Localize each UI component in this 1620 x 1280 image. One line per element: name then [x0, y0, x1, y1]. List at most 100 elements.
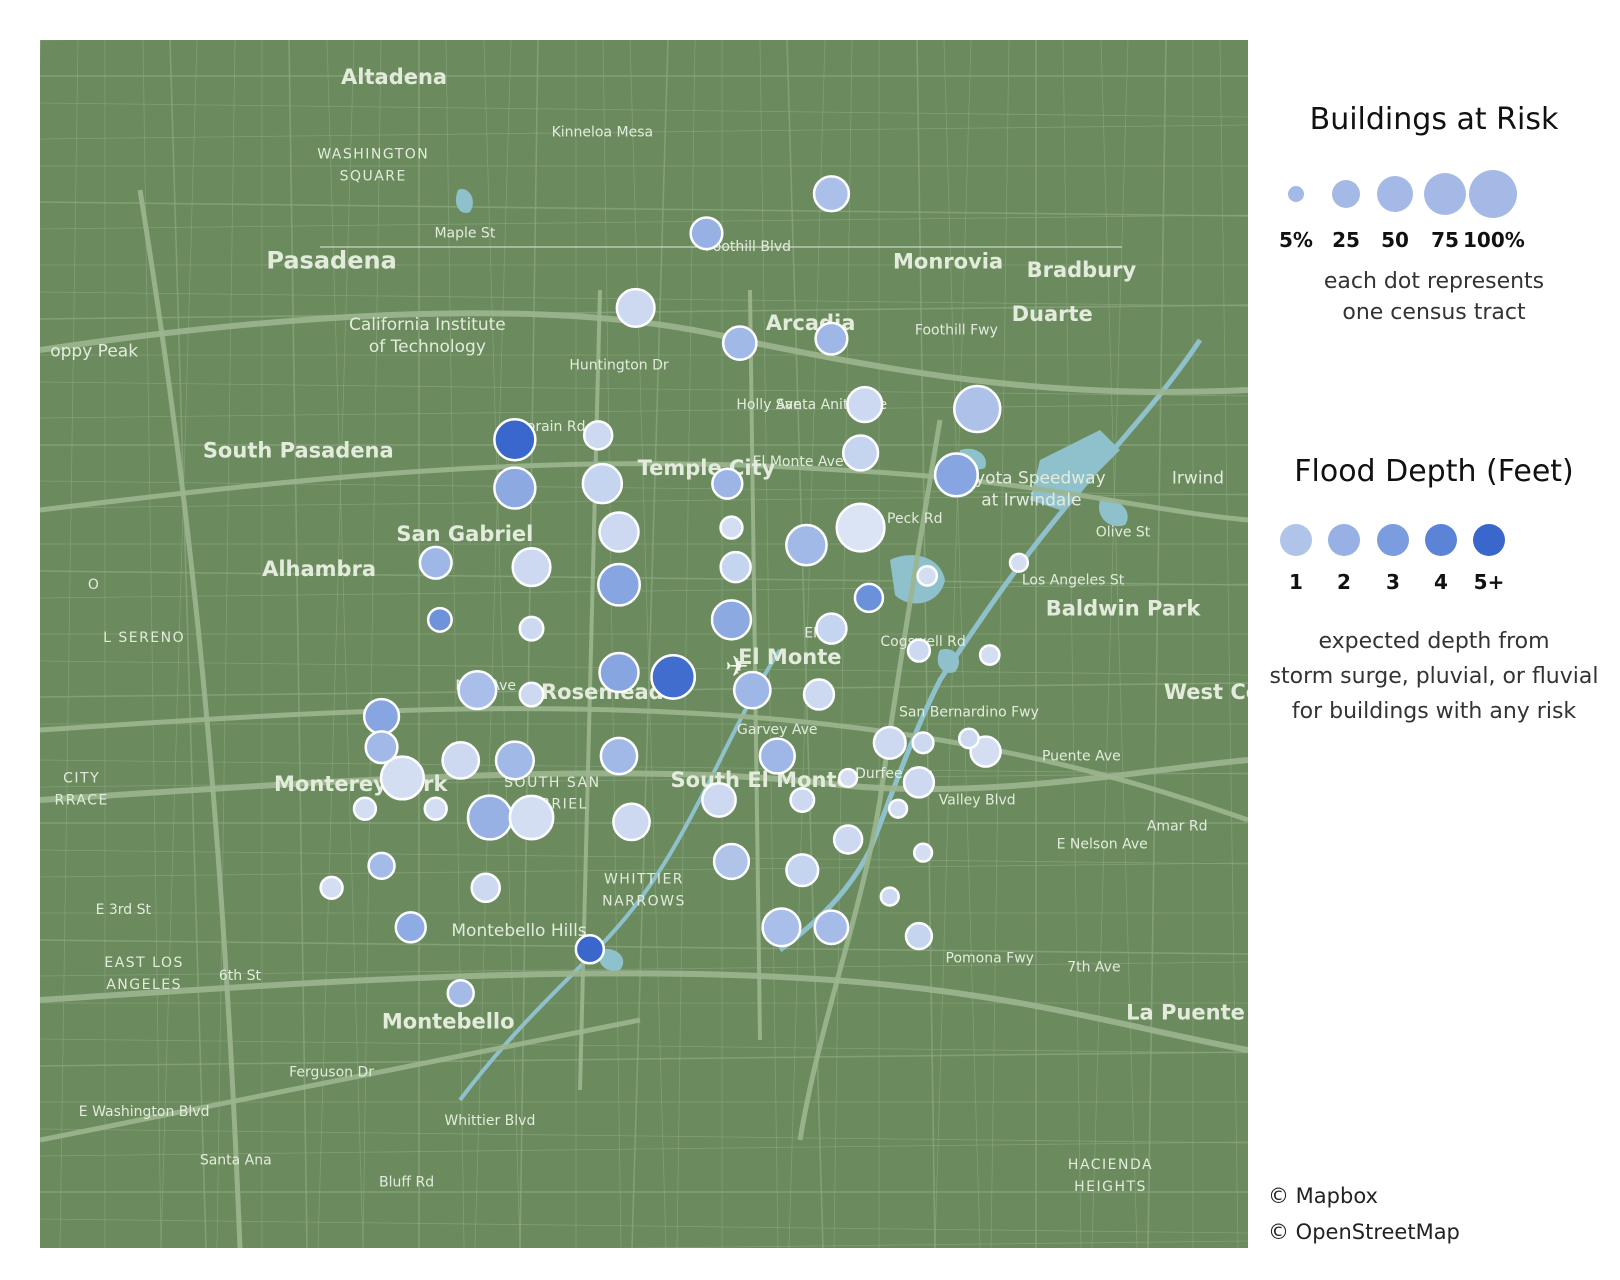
census-tract-dot[interactable] [785, 853, 820, 888]
census-tract-dot[interactable] [812, 175, 851, 213]
place-label: Montebello Hills [451, 921, 586, 941]
census-tract-dot[interactable] [423, 796, 448, 821]
place-label: 7th Ave [1067, 959, 1120, 975]
census-tract-dot[interactable] [978, 644, 1001, 666]
census-tract-dot[interactable] [599, 736, 639, 776]
census-tract-dot[interactable] [494, 740, 535, 781]
place-label: HEIGHTS [1074, 1179, 1147, 1195]
map-canvas[interactable]: Altadena Kinneloa Mesa WASHINGTON SQUARE Map… [40, 40, 1248, 1248]
census-tract-dot[interactable] [615, 287, 656, 329]
place-label: 6th St [219, 968, 262, 984]
place-label: Baldwin Park [1046, 596, 1202, 620]
mapbox-attribution[interactable]: © Mapbox [1268, 1178, 1460, 1214]
depth-legend-item: 5+ [1459, 524, 1519, 594]
place-label: Altadena [341, 65, 447, 89]
census-tract-dot[interactable] [582, 420, 614, 451]
census-tract-dot[interactable] [853, 582, 885, 614]
census-tract-dot[interactable] [902, 766, 936, 799]
place-label: Bluff Rd [379, 1175, 434, 1191]
place-label: Puente Ave [1042, 748, 1121, 764]
census-tract-dot[interactable] [719, 515, 744, 540]
census-tract-dot[interactable] [710, 599, 753, 641]
census-tract-dot[interactable] [362, 697, 401, 736]
census-tract-dot[interactable] [837, 767, 859, 789]
place-label: West Cov [1164, 680, 1248, 704]
place-label: WHITTIER [604, 871, 684, 887]
census-tract-dot[interactable] [912, 842, 934, 863]
census-tract-dot[interactable] [879, 886, 900, 907]
census-tract-dot[interactable] [872, 725, 907, 760]
census-tract-dot[interactable] [508, 794, 555, 841]
openstreetmap-attribution[interactable]: © OpenStreetMap [1268, 1214, 1460, 1250]
census-tract-dot[interactable] [367, 851, 396, 881]
census-tract-dot[interactable] [711, 467, 744, 500]
census-tract-dot[interactable] [470, 872, 501, 904]
census-tract-dot[interactable] [518, 681, 545, 708]
census-tract-dot[interactable] [953, 384, 1002, 434]
census-tract-dot[interactable] [394, 911, 427, 944]
place-label: Amar Rd [1147, 819, 1208, 835]
size-legend-label: 100% [1463, 228, 1525, 252]
place-label: at Irwindale [981, 491, 1081, 511]
place-label: Irwind [1172, 469, 1224, 489]
census-tract-dot[interactable] [887, 798, 909, 819]
census-tract-dot[interactable] [933, 452, 979, 498]
census-tract-dot[interactable] [493, 466, 537, 510]
place-label: Santa Ana [200, 1153, 272, 1169]
census-tract-dot[interactable] [574, 934, 606, 965]
census-tract-dot[interactable] [441, 741, 481, 780]
census-tract-dot[interactable] [457, 670, 498, 711]
census-tract-dot[interactable] [511, 547, 552, 588]
census-tract-dot[interactable] [761, 907, 802, 948]
place-label: South Pasadena [203, 438, 394, 462]
census-tract-dot[interactable] [719, 550, 752, 584]
place-label: Olive St [1096, 524, 1151, 540]
census-tract-dot[interactable] [352, 796, 378, 821]
census-tract-dot[interactable] [732, 670, 772, 710]
census-tract-dot[interactable] [911, 731, 935, 755]
census-tract-dot[interactable] [418, 545, 453, 580]
place-label: Maple St [434, 226, 495, 242]
census-tract-dot[interactable] [758, 737, 796, 775]
census-tract-dot[interactable] [916, 565, 939, 587]
census-tract-dot[interactable] [841, 434, 880, 472]
census-tract-dot[interactable] [835, 502, 886, 553]
census-tract-dot[interactable] [904, 921, 934, 951]
size-note-line-2: one census tract [1342, 300, 1526, 325]
census-tract-dot[interactable] [958, 727, 980, 750]
census-tract-dot[interactable] [832, 824, 864, 855]
census-tract-dot[interactable] [785, 523, 828, 567]
census-tract-dot[interactable] [319, 875, 344, 900]
census-tract-dot[interactable] [813, 909, 850, 946]
census-tract-dot[interactable] [650, 654, 697, 700]
census-tract-dot[interactable] [789, 786, 816, 813]
census-tract-dot[interactable] [814, 321, 849, 356]
map-area[interactable]: Altadena Kinneloa Mesa WASHINGTON SQUARE Map… [40, 40, 1248, 1248]
census-tract-dot[interactable] [426, 606, 453, 633]
census-tract-dot[interactable] [466, 794, 514, 841]
depth-legend-label: 5+ [1473, 570, 1505, 594]
census-tract-dot[interactable] [721, 325, 758, 361]
buildings-at-risk-title: Buildings at Risk [1309, 102, 1559, 137]
place-label: Bradbury [1027, 258, 1137, 282]
census-tract-dot[interactable] [815, 612, 848, 645]
census-tract-dot[interactable] [598, 511, 640, 553]
census-tract-dot[interactable] [364, 730, 399, 765]
census-tract-dot[interactable] [518, 615, 545, 642]
census-tract-dot[interactable] [597, 562, 641, 607]
depth-legend-dot [1280, 524, 1312, 556]
census-tract-dot[interactable] [612, 802, 651, 842]
census-tract-dot[interactable] [712, 842, 751, 881]
census-tract-dot[interactable] [846, 385, 884, 424]
census-tract-dot[interactable] [493, 417, 537, 462]
census-tract-dot[interactable] [802, 678, 836, 711]
census-tract-dot[interactable] [446, 979, 475, 1008]
census-tract-dot[interactable] [906, 638, 932, 663]
census-tract-dot[interactable] [598, 651, 640, 694]
census-tract-dot[interactable] [701, 782, 737, 818]
census-tract-dot[interactable] [689, 216, 724, 251]
place-label: San Bernardino Fwy [899, 704, 1039, 720]
census-tract-dot[interactable] [581, 462, 624, 505]
census-tract-dot[interactable] [1008, 552, 1030, 573]
place-label: E Nelson Ave [1057, 836, 1148, 852]
